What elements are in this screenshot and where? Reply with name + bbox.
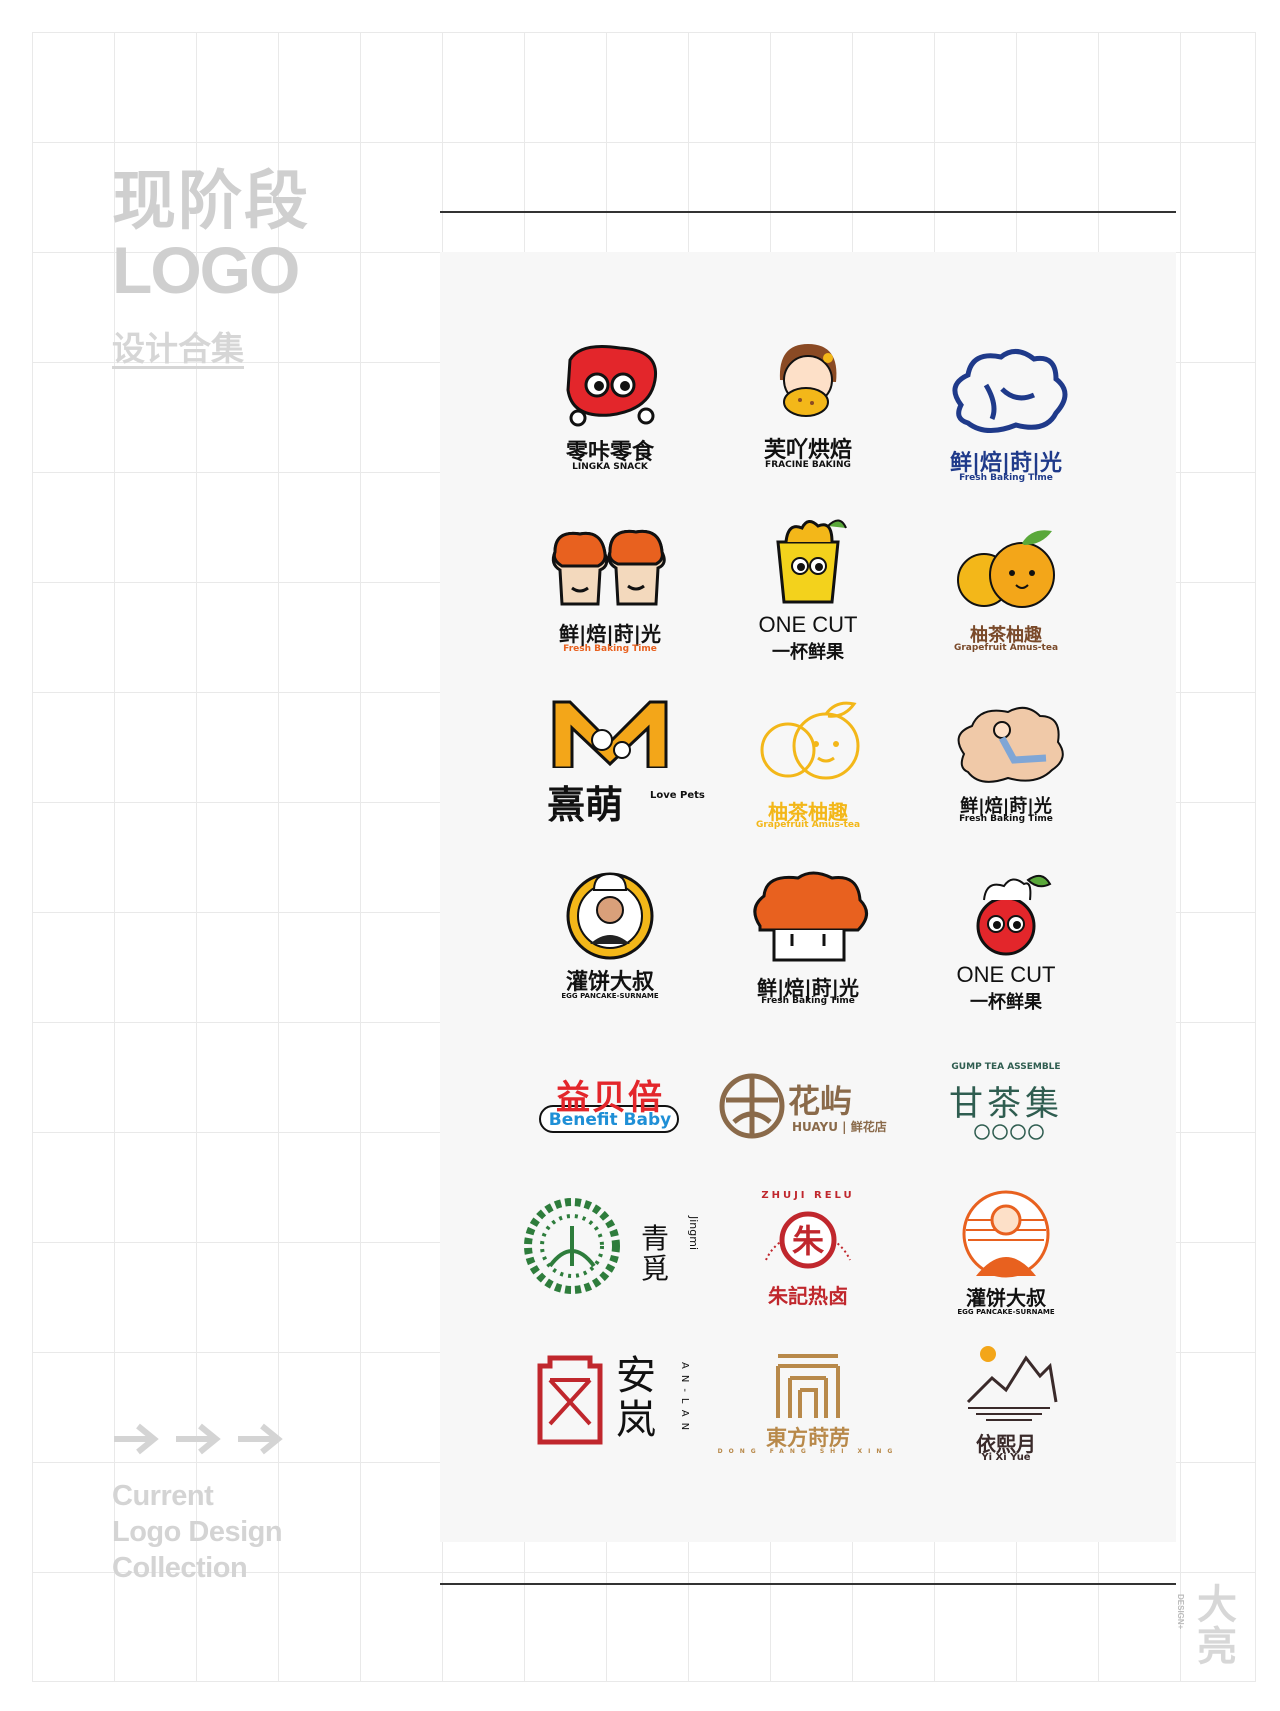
- page-title: 现阶段: [112, 165, 310, 239]
- logo-card: 熹萌 Love Pets: [510, 698, 710, 843]
- apple-mascot-icon: [976, 874, 1052, 956]
- arrow-row: [112, 1422, 284, 1456]
- logo-name: 鲜|焙|莳|光: [559, 622, 661, 646]
- logo-sub: HUAYU | 鲜花店: [792, 1120, 887, 1134]
- arrow-right-icon: [176, 1423, 221, 1455]
- english-title-line: Logo Design: [112, 1516, 283, 1548]
- logo-name: 青覓: [640, 1222, 669, 1285]
- bread-girl-icon: [957, 706, 1064, 783]
- english-title-line: Collection: [112, 1552, 248, 1584]
- chef-badge-icon: [566, 872, 654, 960]
- logo-sub: Fresh Baking Time: [563, 644, 657, 654]
- logo-name: 花屿: [788, 1082, 853, 1120]
- page-title-logo: LOGO: [112, 233, 300, 307]
- brand-vertical-text: DESIGN+: [1176, 1594, 1185, 1630]
- logo-card: 柚茶柚趣 Grapefruit Amus-tea: [708, 700, 908, 845]
- english-title: Current Logo Design Collection: [112, 1478, 283, 1586]
- logo-sub: AN-LAN: [679, 1362, 690, 1437]
- brand-char: 亮: [1197, 1624, 1237, 1670]
- logo-name: 熹萌: [546, 783, 623, 827]
- logo-name: 灌饼大叔: [966, 1286, 1046, 1310]
- logo-card: 鲜|焙|莳|光 Fresh Baking Time: [510, 522, 710, 667]
- logo-sub: FRACINE BAKING: [765, 460, 851, 470]
- logo-name: 朱記热卤: [768, 1284, 848, 1308]
- logo-sub: Grapefruit Amus-tea: [755, 820, 861, 830]
- logo-sub: Fresh Baking Time: [761, 996, 855, 1006]
- logo-card: 青覓 Jingmi: [510, 1196, 710, 1341]
- m-cat-dog-icon: [552, 700, 668, 768]
- brand-char: 大: [1197, 1582, 1237, 1628]
- svg-text:朱: 朱: [792, 1222, 825, 1260]
- logo-sub: EGG PANCAKE-SURNAME: [957, 1308, 1055, 1316]
- logo-sub: EGG PANCAKE-SURNAME: [561, 992, 659, 1000]
- logo-card: 東方莳苈 DONG FANG SHI XING: [708, 1352, 908, 1497]
- mountain-sun-icon: [966, 1346, 1058, 1421]
- logo-sub: Benefit Baby: [548, 1110, 672, 1130]
- arrow-right-icon: [238, 1423, 283, 1455]
- logo-card: 灌饼大叔 EGG PANCAKE-SURNAME: [906, 1190, 1106, 1335]
- logo-card: 鲜|焙|莳|光 Fresh Baking Time: [708, 868, 908, 1013]
- logo-card: 鲜|焙|莳|光 Fresh Baking Time: [906, 702, 1106, 847]
- logo-card: 安岚 AN-LAN: [510, 1352, 710, 1497]
- chef-orange-icon: [962, 1190, 1050, 1278]
- bottom-rule: [440, 1583, 1176, 1585]
- logo-sub: LINGKA SNACK: [572, 462, 648, 472]
- logo-sub: Love Pets: [650, 790, 705, 801]
- logo-sub: 一杯鲜果: [970, 992, 1042, 1013]
- logo-card: 零咔零食 LINGKA SNACK: [510, 340, 710, 485]
- grapefruit-icon: [957, 530, 1055, 608]
- girl-bread-icon: [779, 344, 837, 417]
- logo-card: ONE CUT 一杯鲜果: [906, 870, 1106, 1015]
- logo-name: 安岚: [616, 1353, 656, 1443]
- logo-sub: Grapefruit Amus-tea: [953, 643, 1059, 653]
- logo-sub: Yi Xi Yue: [981, 1452, 1031, 1463]
- bread-line-figure-icon: [952, 349, 1068, 433]
- arrow-right-icon: [114, 1423, 159, 1455]
- logo-sub: DONG FANG SHI XING: [717, 1448, 899, 1455]
- logo-card: 柚茶柚趣 Grapefruit Amus-tea: [906, 525, 1106, 670]
- logo-card: 灌饼大叔 EGG PANCAKE-SURNAME: [510, 868, 710, 1013]
- logo-card: 益贝倍 Benefit Baby: [510, 1070, 710, 1215]
- page-subtitle: 设计合集: [112, 329, 244, 368]
- logo-sub: Fresh Baking Time: [959, 814, 1053, 824]
- orange-bread-icon: [753, 871, 868, 962]
- logo-card: 鲜|焙|莳|光 Fresh Baking Time: [906, 345, 1106, 490]
- logo-sub: Jingmi: [687, 1216, 700, 1251]
- logo-card: ZHUJI RELU 朱 朱記热卤: [708, 1190, 908, 1335]
- logo-name: ONE CUT: [758, 612, 858, 637]
- logo-card: GUMP TEA ASSEMBLE 甘茶集: [906, 1062, 1106, 1207]
- logo-card: 芙吖烘焙 FRACINE BAKING: [708, 340, 908, 485]
- grapefruit-line-icon: [760, 701, 860, 780]
- tea-seal-icon: [974, 1124, 1044, 1140]
- brand-mark: DESIGN+ 大 亮: [1176, 1582, 1252, 1670]
- two-bread-faces-icon: [551, 529, 666, 606]
- logo-card: ONE CUT 一杯鲜果: [708, 514, 908, 663]
- red-mascot-icon: [566, 345, 658, 427]
- gate-icon: [776, 1354, 840, 1418]
- english-title-line: Current: [112, 1480, 214, 1512]
- red-seal-icon: 朱: [765, 1211, 851, 1269]
- top-rule: [440, 211, 1176, 213]
- fruit-cup-mascot-icon: [776, 519, 847, 604]
- logo-sub: 一杯鲜果: [772, 642, 844, 663]
- logo-card: 依熙月 Yi Xi Yue: [906, 1342, 1106, 1487]
- logo-name: ONE CUT: [956, 962, 1056, 987]
- logo-sub: Fresh Baking Time: [959, 473, 1053, 483]
